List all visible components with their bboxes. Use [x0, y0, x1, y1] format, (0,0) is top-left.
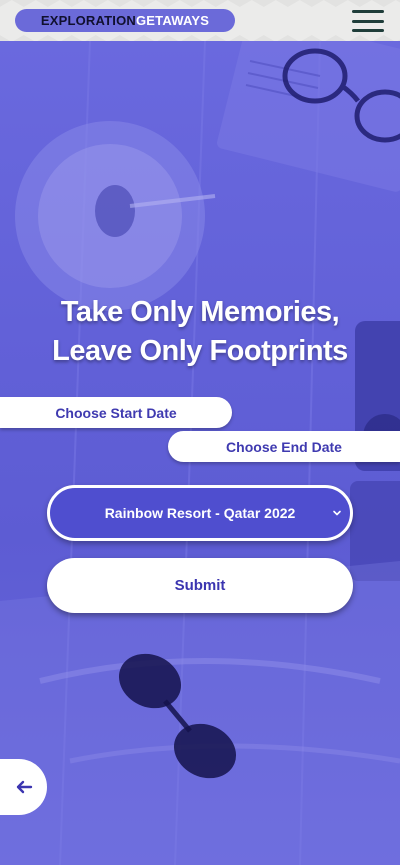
back-button[interactable]	[0, 759, 47, 815]
resort-select-value: Rainbow Resort - Qatar 2022	[104, 505, 296, 521]
hero-title-line-2: Leave Only Footprints	[52, 335, 348, 367]
start-date-button[interactable]: Choose Start Date	[0, 397, 232, 428]
site-header: EXPLORATION GETAWAYS	[0, 0, 400, 41]
site-logo[interactable]: EXPLORATION GETAWAYS	[15, 9, 235, 32]
hero-title-line-1: Take Only Memories,	[60, 296, 340, 328]
chevron-down-icon	[333, 510, 341, 516]
logo-text-exploration: EXPLORATION	[40, 13, 136, 28]
submit-button[interactable]: Submit	[47, 558, 353, 613]
end-date-button[interactable]: Choose End Date	[168, 431, 400, 462]
arrow-left-icon	[16, 780, 32, 794]
resort-select[interactable]: Rainbow Resort - Qatar 2022	[47, 485, 353, 541]
hero-section: Take Only Memories, Leave Only Footprint…	[0, 41, 400, 865]
hamburger-menu-icon[interactable]	[352, 10, 384, 32]
logo-text-getaways: GETAWAYS	[136, 13, 210, 28]
